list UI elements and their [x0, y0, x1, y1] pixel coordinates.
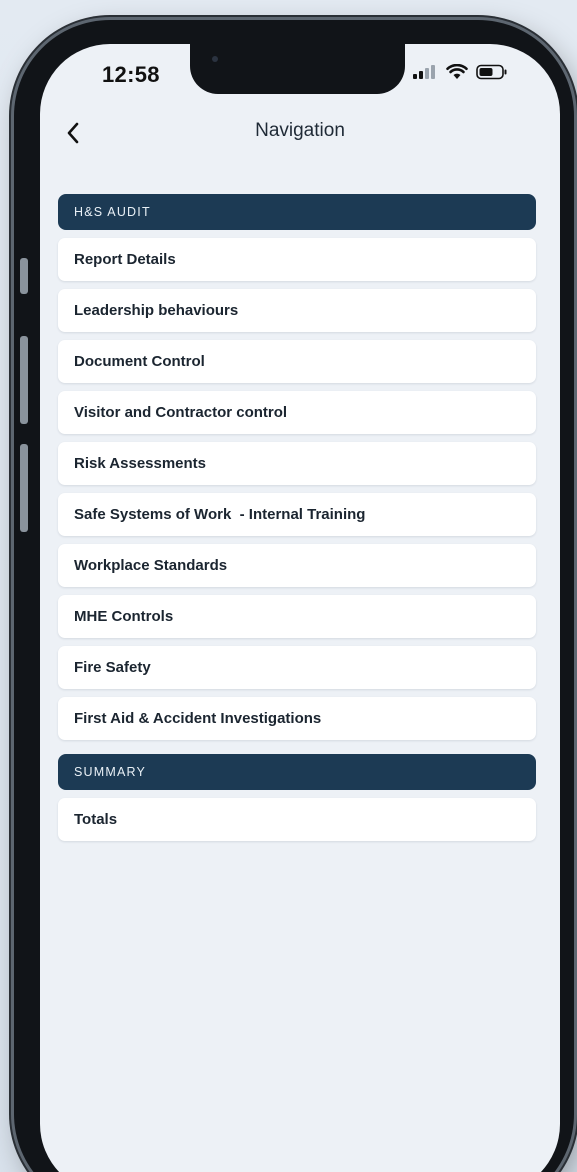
nav-header: Navigation — [40, 114, 560, 154]
background: 12:58 Navigation H&S AUDIT Report Detail… — [0, 0, 577, 1172]
nav-item-safe-systems-of-work[interactable]: Safe Systems of Work - Internal Training — [58, 493, 536, 536]
nav-item-workplace-standards[interactable]: Workplace Standards — [58, 544, 536, 587]
volume-up-button — [20, 336, 28, 424]
nav-item-report-details[interactable]: Report Details — [58, 238, 536, 281]
phone-screen: 12:58 Navigation H&S AUDIT Report Detail… — [40, 44, 560, 1172]
nav-item-fire-safety[interactable]: Fire Safety — [58, 646, 536, 689]
nav-item-totals[interactable]: Totals — [58, 798, 536, 841]
status-icons — [412, 63, 508, 85]
nav-item-leadership-behaviours[interactable]: Leadership behaviours — [58, 289, 536, 332]
nav-item-visitor-contractor-control[interactable]: Visitor and Contractor control — [58, 391, 536, 434]
nav-item-mhe-controls[interactable]: MHE Controls — [58, 595, 536, 638]
camera-icon — [212, 56, 218, 62]
nav-item-document-control[interactable]: Document Control — [58, 340, 536, 383]
status-time: 12:58 — [102, 62, 160, 87]
volume-down-button — [20, 444, 28, 532]
page-title: Navigation — [255, 120, 345, 141]
wifi-icon — [446, 63, 468, 85]
nav-item-risk-assessments[interactable]: Risk Assessments — [58, 442, 536, 485]
notch — [190, 44, 405, 94]
section-header-hs-audit: H&S AUDIT — [58, 194, 536, 230]
navigation-list: H&S AUDIT Report Details Leadership beha… — [58, 194, 536, 849]
cellular-signal-icon — [412, 64, 438, 85]
battery-icon — [476, 64, 508, 85]
mute-switch — [20, 258, 28, 294]
nav-item-first-aid-accident-investigations[interactable]: First Aid & Accident Investigations — [58, 697, 536, 740]
section-header-summary: SUMMARY — [58, 754, 536, 790]
